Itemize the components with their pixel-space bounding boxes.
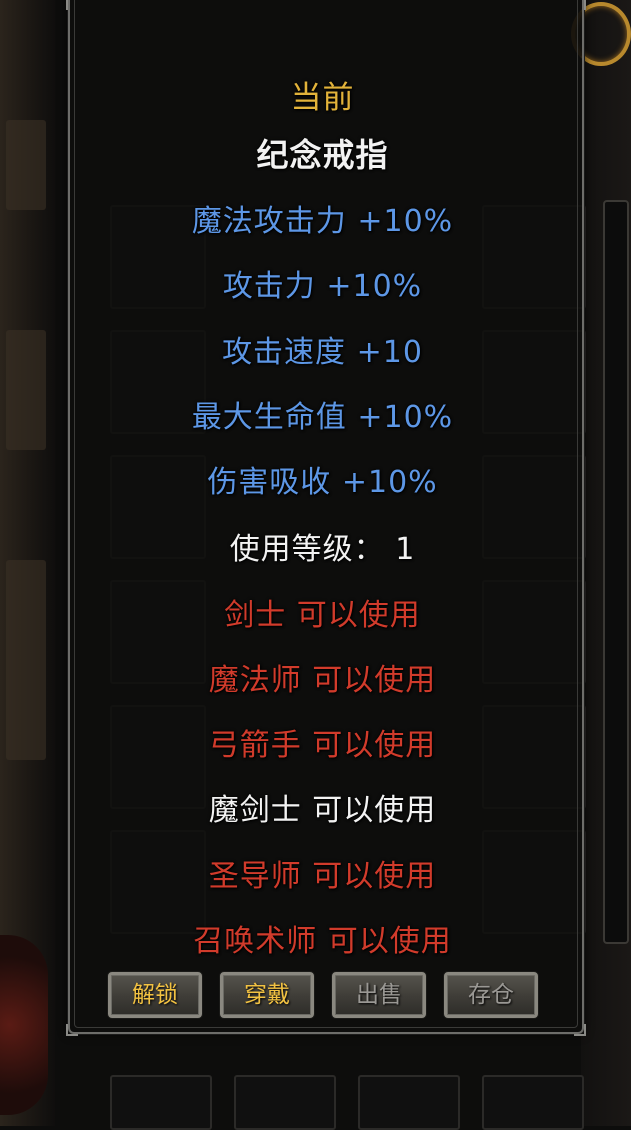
- inventory-slot[interactable]: [482, 1075, 584, 1130]
- corner-ornament: [66, 1024, 78, 1036]
- inventory-slot[interactable]: [234, 1075, 336, 1130]
- corner-ornament: [574, 0, 586, 10]
- health-orb: [0, 935, 48, 1115]
- stat-line: 最大生命值 +10%: [191, 400, 454, 435]
- stat-line: 魔法攻击力 +10%: [191, 204, 454, 239]
- equip-button[interactable]: 穿戴: [220, 972, 314, 1018]
- bg-right-panel: [603, 200, 629, 944]
- item-name: 纪念戒指: [256, 136, 389, 174]
- class-usage-line: 圣导师 可以使用: [208, 859, 437, 894]
- class-usage-line: 弓箭手 可以使用: [208, 728, 437, 763]
- class-usage-line: 召唤术师 可以使用: [193, 924, 452, 959]
- unlock-button[interactable]: 解锁: [108, 972, 202, 1018]
- inventory-slot[interactable]: [358, 1075, 460, 1130]
- corner-ornament: [66, 0, 78, 10]
- level-requirement: 使用等级： 1: [229, 532, 416, 567]
- stat-line: 攻击速度 +10: [222, 335, 423, 370]
- tooltip-header: 当前: [290, 80, 355, 116]
- class-usage-line: 魔剑士 可以使用: [208, 793, 437, 828]
- class-usage-line: 剑士 可以使用: [224, 598, 421, 633]
- store-button[interactable]: 存仓: [444, 972, 538, 1018]
- stat-line: 攻击力 +10%: [222, 269, 423, 304]
- stat-line: 伤害吸收 +10%: [207, 465, 438, 500]
- corner-ornament: [574, 1024, 586, 1036]
- class-usage-line: 魔法师 可以使用: [208, 663, 437, 698]
- inventory-slot[interactable]: [110, 1075, 212, 1130]
- sell-button[interactable]: 出售: [332, 972, 426, 1018]
